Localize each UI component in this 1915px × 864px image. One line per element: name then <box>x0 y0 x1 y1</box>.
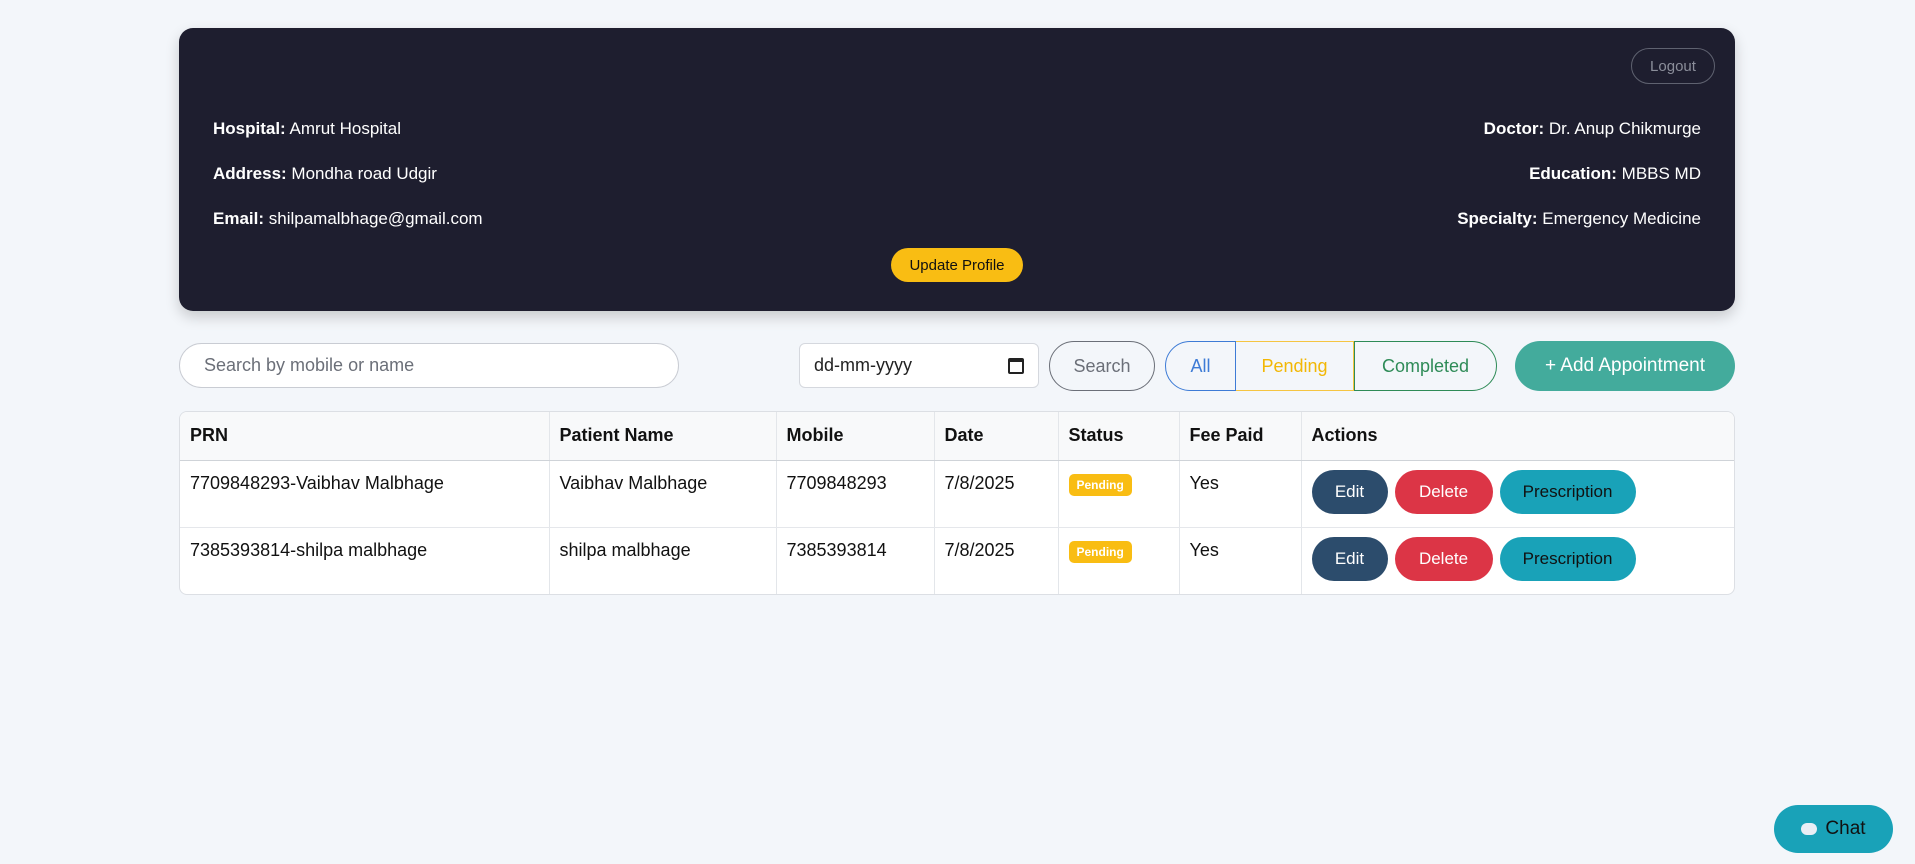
appointments-table: PRN Patient Name Mobile Date Status Fee … <box>179 411 1735 595</box>
cell-status: Pending <box>1058 460 1180 528</box>
status-badge: Pending <box>1068 473 1132 496</box>
chat-bubble-icon <box>1801 823 1818 835</box>
education-row: Education: MBBS MD <box>1457 151 1701 196</box>
chat-button[interactable]: Chat <box>1774 805 1893 853</box>
email-label: Email: <box>213 209 265 228</box>
cell-fee-paid: Yes <box>1179 460 1302 528</box>
specialty-label: Specialty: <box>1457 209 1538 228</box>
specialty-value: Emergency Medicine <box>1542 209 1701 228</box>
edit-button[interactable]: Edit <box>1311 536 1388 581</box>
doctor-value: Dr. Anup Chikmurge <box>1548 119 1701 138</box>
cell-fee-paid: Yes <box>1179 527 1302 594</box>
cell-date: 7/8/2025 <box>934 460 1059 528</box>
education-label: Education: <box>1529 164 1617 183</box>
hospital-label: Hospital: <box>213 119 286 138</box>
date-input[interactable]: dd-mm-yyyy <box>799 343 1039 388</box>
cell-patient-name: Vaibhav Malbhage <box>549 460 777 528</box>
address-row: Address: Mondha road Udgir <box>213 151 483 196</box>
cell-date: 7/8/2025 <box>934 527 1059 594</box>
hospital-info: Hospital: Amrut Hospital Address: Mondha… <box>213 106 483 241</box>
specialty-row: Specialty: Emergency Medicine <box>1457 196 1701 241</box>
doctor-label: Doctor: <box>1483 119 1545 138</box>
email-row: Email: shilpamalbhage@gmail.com <box>213 196 483 241</box>
filter-pending-button[interactable]: Pending <box>1236 341 1354 391</box>
table-header-row: PRN Patient Name Mobile Date Status Fee … <box>180 412 1734 461</box>
cell-mobile: 7709848293 <box>776 460 935 528</box>
column-header-actions: Actions <box>1301 412 1734 461</box>
column-header-mobile: Mobile <box>776 412 935 461</box>
hospital-row: Hospital: Amrut Hospital <box>213 106 483 151</box>
column-header-date: Date <box>934 412 1059 461</box>
search-input[interactable] <box>179 343 679 388</box>
email-value: shilpamalbhage@gmail.com <box>268 209 483 228</box>
filter-completed-button[interactable]: Completed <box>1354 341 1497 391</box>
column-header-fee-paid: Fee Paid <box>1179 412 1302 461</box>
delete-button[interactable]: Delete <box>1394 536 1493 581</box>
cell-prn: 7709848293-Vaibhav Malbhage <box>180 460 550 528</box>
address-label: Address: <box>213 164 287 183</box>
status-filter-group: All Pending Completed <box>1165 341 1497 391</box>
hospital-value: Amrut Hospital <box>289 119 402 138</box>
prescription-button[interactable]: Prescription <box>1499 469 1636 514</box>
appointment-toolbar: dd-mm-yyyy Search All Pending Completed … <box>179 341 1735 391</box>
education-value: MBBS MD <box>1621 164 1701 183</box>
status-badge: Pending <box>1068 540 1132 563</box>
doctor-info: Doctor: Dr. Anup Chikmurge Education: MB… <box>1457 106 1701 241</box>
calendar-icon[interactable] <box>1008 357 1024 374</box>
search-button[interactable]: Search <box>1049 341 1155 391</box>
filter-all-button[interactable]: All <box>1165 341 1236 391</box>
doctor-row: Doctor: Dr. Anup Chikmurge <box>1457 106 1701 151</box>
table-row: 7709848293-Vaibhav Malbhage Vaibhav Malb… <box>180 460 1734 528</box>
cell-prn: 7385393814-shilpa malbhage <box>180 527 550 594</box>
cell-status: Pending <box>1058 527 1180 594</box>
cell-mobile: 7385393814 <box>776 527 935 594</box>
profile-card: Logout Hospital: Amrut Hospital Address:… <box>179 28 1735 311</box>
address-value: Mondha road Udgir <box>291 164 437 183</box>
cell-actions: Edit Delete Prescription <box>1301 527 1734 594</box>
logout-button[interactable]: Logout <box>1631 48 1715 84</box>
cell-actions: Edit Delete Prescription <box>1301 460 1734 528</box>
cell-patient-name: shilpa malbhage <box>549 527 777 594</box>
table-row: 7385393814-shilpa malbhage shilpa malbha… <box>180 527 1734 594</box>
main-container: Logout Hospital: Amrut Hospital Address:… <box>179 28 1735 595</box>
column-header-status: Status <box>1058 412 1180 461</box>
column-header-prn: PRN <box>180 412 550 461</box>
add-appointment-button[interactable]: + Add Appointment <box>1515 341 1735 391</box>
update-profile-button[interactable]: Update Profile <box>891 248 1023 282</box>
delete-button[interactable]: Delete <box>1394 469 1493 514</box>
prescription-button[interactable]: Prescription <box>1499 536 1636 581</box>
chat-label: Chat <box>1825 818 1866 839</box>
date-placeholder: dd-mm-yyyy <box>814 355 912 375</box>
edit-button[interactable]: Edit <box>1311 469 1388 514</box>
column-header-patient-name: Patient Name <box>549 412 777 461</box>
